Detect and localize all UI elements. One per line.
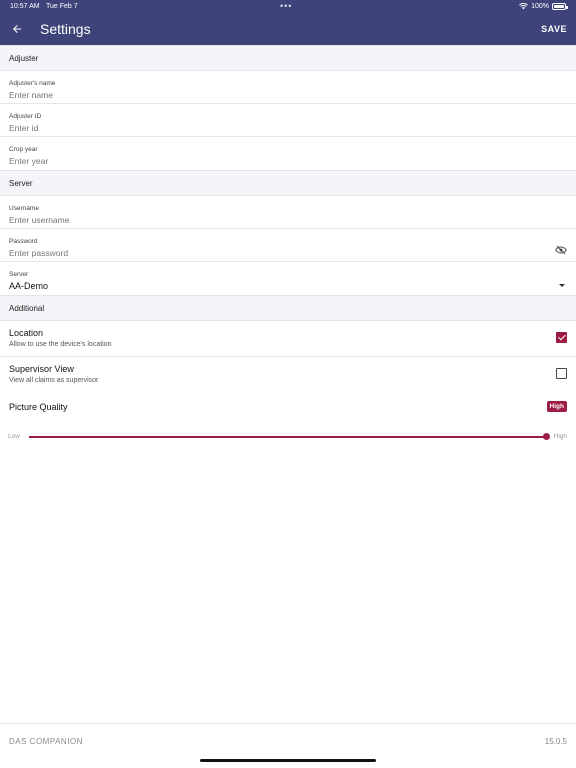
- location-row: Location Allow to use the device's locat…: [0, 321, 576, 357]
- status-bar: 10:57 AM Tue Feb 7 ••• 100%: [0, 0, 576, 13]
- server-select-field[interactable]: Server AA-Demo: [0, 262, 576, 295]
- supervisor-view-row: Supervisor View View all claims as super…: [0, 357, 576, 393]
- slider-high-label: High: [553, 433, 567, 440]
- wifi-icon: [519, 3, 528, 10]
- status-right: 100%: [519, 3, 568, 10]
- picture-quality-badge: High: [546, 401, 567, 412]
- eye-off-icon[interactable]: [555, 245, 567, 255]
- field-label: Password: [9, 238, 38, 245]
- slider-low-label: Low: [8, 433, 20, 440]
- field-label: Crop year: [9, 146, 38, 153]
- app-header: 10:57 AM Tue Feb 7 ••• 100% Settings SAV…: [0, 0, 576, 45]
- field-label: Username: [9, 205, 39, 212]
- supervisor-view-title: Supervisor View: [9, 364, 74, 374]
- section-server: Server: [0, 170, 576, 196]
- adjuster-name-field: Adjuster's name: [0, 71, 576, 104]
- supervisor-view-checkbox[interactable]: [556, 368, 567, 379]
- save-button[interactable]: SAVE: [541, 24, 567, 34]
- picture-quality-label: Picture Quality: [9, 402, 68, 412]
- adjuster-id-input[interactable]: [9, 123, 529, 133]
- section-title: Adjuster: [9, 54, 39, 63]
- location-title: Location: [9, 328, 44, 338]
- field-label: Adjuster ID: [9, 113, 42, 120]
- picture-quality-slider-track[interactable]: [29, 436, 546, 438]
- section-title: Additional: [9, 304, 45, 313]
- home-indicator: [200, 759, 376, 762]
- back-button[interactable]: [8, 20, 26, 38]
- location-checkbox[interactable]: [556, 332, 567, 343]
- status-time: 10:57 AM: [10, 3, 40, 10]
- password-input[interactable]: [9, 248, 529, 258]
- battery-icon: [552, 3, 568, 10]
- password-field: Password: [0, 229, 576, 262]
- adjuster-name-input[interactable]: [9, 90, 529, 100]
- arrow-back-icon: [13, 25, 21, 33]
- crop-year-field: Crop year: [0, 137, 576, 170]
- username-input[interactable]: [9, 215, 529, 225]
- multitask-dots-icon: •••: [280, 1, 293, 11]
- chevron-down-icon[interactable]: [559, 284, 565, 287]
- battery-percent: 100%: [531, 3, 549, 10]
- status-date: Tue Feb 7: [46, 3, 78, 10]
- field-label: Adjuster's name: [9, 80, 56, 87]
- server-select-value[interactable]: AA-Demo: [9, 281, 48, 291]
- section-title: Server: [9, 179, 33, 188]
- location-subtitle: Allow to use the device's location: [9, 341, 112, 348]
- field-label: Server: [9, 271, 29, 278]
- picture-quality-slider-thumb[interactable]: [542, 433, 550, 440]
- page-title: Settings: [40, 21, 91, 37]
- section-adjuster: Adjuster: [0, 45, 576, 71]
- username-field: Username: [0, 196, 576, 229]
- supervisor-view-subtitle: View all claims as supervisor: [9, 377, 99, 384]
- crop-year-input[interactable]: [9, 156, 529, 166]
- adjuster-id-field: Adjuster ID: [0, 104, 576, 137]
- section-additional: Additional: [0, 295, 576, 321]
- app-brand: DAS COMPANION: [9, 737, 83, 746]
- app-version: 15.0.5: [544, 737, 567, 746]
